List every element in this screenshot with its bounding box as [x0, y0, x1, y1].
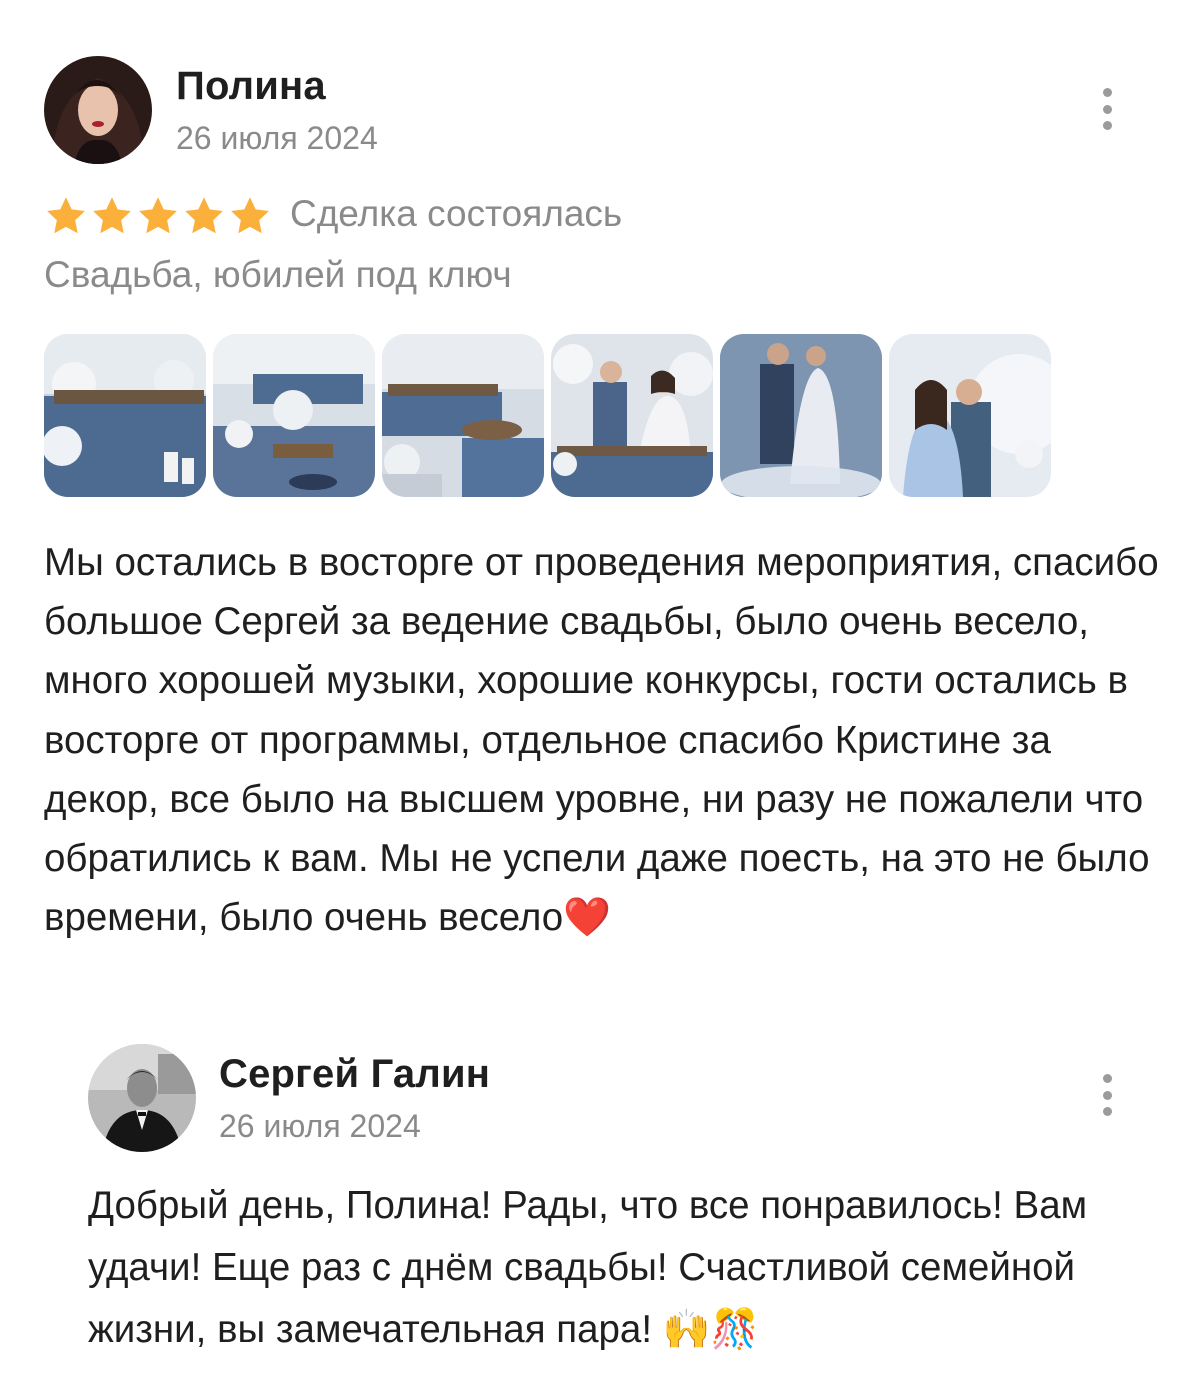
review-body: Мы остались в восторге от проведения мер… — [44, 541, 1159, 940]
photo-thumbnail-3[interactable] — [382, 334, 544, 497]
review-date: 26 июля 2024 — [176, 120, 378, 156]
photo-thumbnail-2[interactable] — [213, 334, 375, 497]
celebration-emoji: 🙌🎊 — [662, 1307, 759, 1352]
star-icon — [139, 197, 177, 234]
photo-thumbnail-1[interactable] — [44, 334, 206, 497]
star-icon — [231, 197, 269, 234]
photo-thumbnail-4[interactable] — [551, 334, 713, 497]
couple-portrait-photo — [889, 334, 1051, 497]
star-rating — [44, 194, 272, 238]
reply-text: Добрый день, Полина! Рады, что все понра… — [88, 1175, 1168, 1361]
decorated-tables-photo — [382, 334, 544, 497]
author-avatar[interactable] — [44, 56, 152, 164]
reply-more-options-icon[interactable] — [1092, 1070, 1122, 1120]
review-text: Мы остались в восторге от проведения мер… — [44, 533, 1164, 947]
star-icon — [47, 197, 85, 234]
photo-gallery — [44, 334, 1051, 497]
author-name[interactable]: Полина — [176, 64, 326, 109]
reply-author-avatar[interactable] — [88, 1044, 196, 1152]
star-icon — [93, 197, 131, 234]
more-options-icon[interactable] — [1092, 84, 1122, 134]
reply-date: 26 июля 2024 — [219, 1108, 421, 1144]
couple-at-table-photo — [551, 334, 713, 497]
star-icon — [185, 197, 223, 234]
reply-author-name[interactable]: Сергей Галин — [219, 1052, 490, 1097]
photo-thumbnail-6[interactable] — [889, 334, 1051, 497]
reply-body: Добрый день, Полина! Рады, что все понра… — [88, 1184, 1088, 1351]
deal-status: Сделка состоялась — [290, 193, 623, 234]
banquet-table-photo — [44, 334, 206, 497]
photo-thumbnail-5[interactable] — [720, 334, 882, 497]
table-setting-photo — [213, 334, 375, 497]
first-dance-photo — [720, 334, 882, 497]
service-category: Свадьба, юбилей под ключ — [44, 254, 512, 295]
heart-emoji: ❤️ — [563, 895, 612, 941]
